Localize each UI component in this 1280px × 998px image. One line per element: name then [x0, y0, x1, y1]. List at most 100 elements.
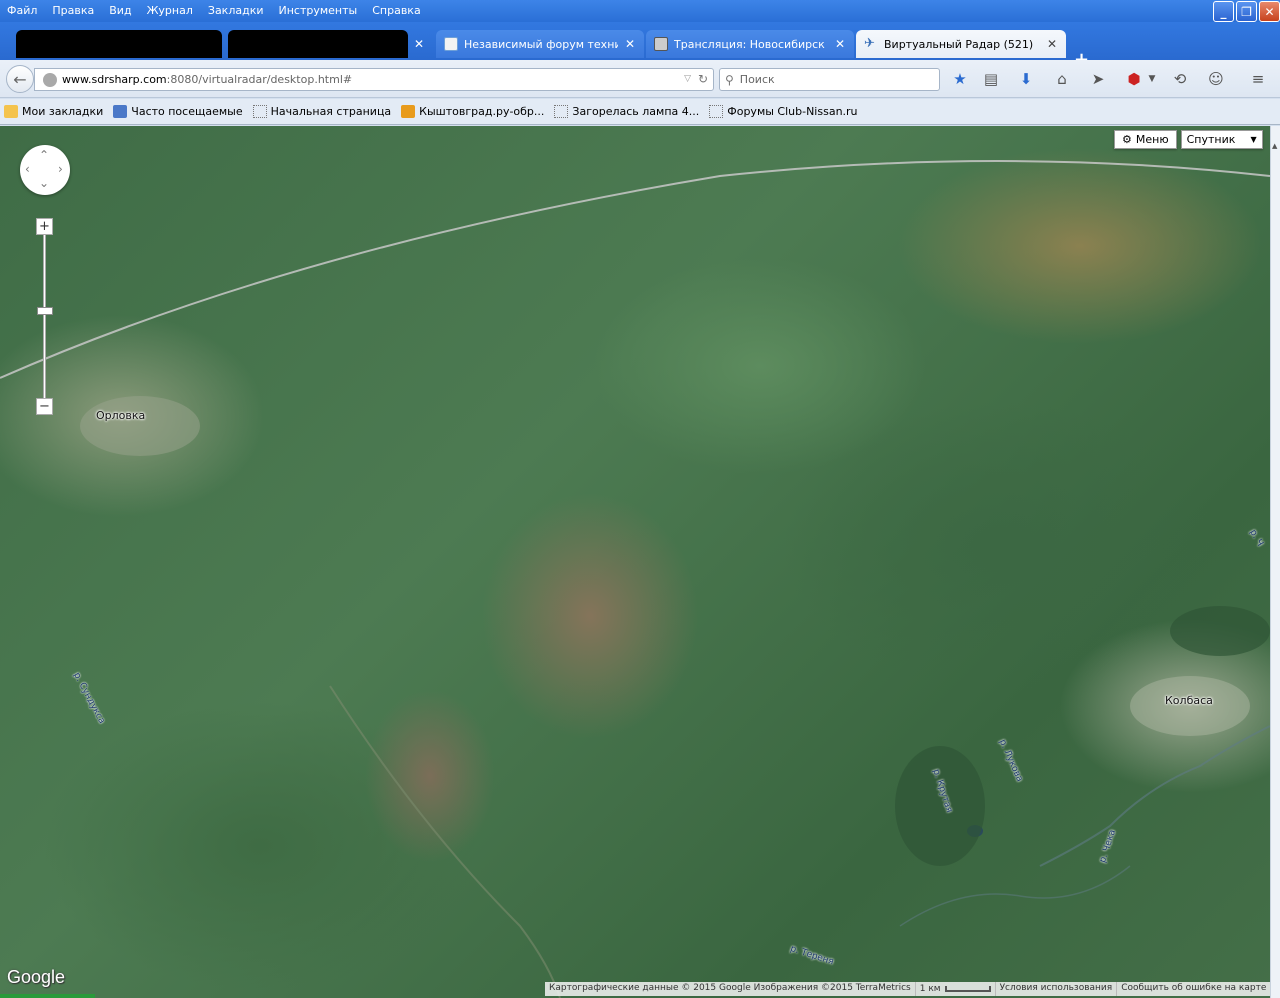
map-attribution: Картографические данные © 2015 Google Из… — [545, 982, 1270, 996]
tab-label: Независимый форум технич... — [464, 37, 618, 51]
pan-right-icon[interactable]: › — [58, 163, 63, 175]
address-host: www.sdrsharp.com — [62, 73, 167, 86]
window-controls: _ ❐ ✕ — [1213, 1, 1280, 22]
zoom-control: + − — [36, 218, 54, 418]
tab-forum[interactable]: Независимый форум технич... ✕ — [436, 30, 644, 58]
map-menu-label: Меню — [1135, 133, 1169, 146]
scroll-up-icon[interactable]: ▲ — [1272, 142, 1277, 150]
search-input[interactable]: Поиск — [740, 73, 775, 86]
navigation-toolbar: www.sdrsharp.com:8080/virtualradar/deskt… — [0, 60, 1280, 98]
tab-close-icon[interactable]: ✕ — [834, 37, 846, 51]
hamburger-menu-icon[interactable]: ≡ — [1248, 70, 1268, 88]
tab-redacted-2[interactable] — [228, 30, 408, 58]
forum-icon — [444, 37, 458, 51]
place-label-orlovka: Орловка — [96, 409, 146, 422]
minimize-button[interactable]: _ — [1213, 1, 1234, 22]
map-type-value: Спутник — [1186, 133, 1236, 146]
history-icon[interactable]: ⟲ — [1170, 70, 1190, 88]
tab-label: Виртуальный Радар (521) — [884, 37, 1034, 51]
back-arrow-icon: ← — [13, 69, 27, 89]
globe-icon — [43, 72, 57, 87]
map-type-select[interactable]: Спутник ▼ — [1180, 130, 1263, 149]
page-icon — [709, 105, 724, 118]
zoom-in-button[interactable]: + — [36, 218, 53, 235]
reading-list-icon[interactable]: ▤ — [981, 70, 1001, 88]
attribution-text: Картографические данные © 2015 Google Из… — [545, 982, 916, 996]
bookmark-label: Загорелась лампа 4... — [572, 105, 700, 118]
tab-virtual-radar[interactable]: ✈ Виртуальный Радар (521) ✕ — [856, 30, 1066, 58]
address-text[interactable]: www.sdrsharp.com:8080/virtualradar/deskt… — [62, 73, 352, 86]
menu-bookmarks[interactable]: Закладки — [201, 1, 272, 21]
bookmarks-bar: Мои закладки Часто посещаемые Начальная … — [0, 99, 1280, 125]
zoom-out-button[interactable]: − — [36, 398, 53, 415]
map-menu-button[interactable]: ⚙ Меню — [1114, 130, 1177, 149]
map-overlay — [0, 160, 1270, 998]
broadcast-icon — [654, 37, 668, 51]
tab-close-icon[interactable]: ✕ — [414, 37, 424, 51]
most-visited-icon — [113, 105, 128, 118]
gear-icon: ⚙ — [1122, 133, 1132, 146]
tab-broadcast[interactable]: Трансляция: Новосибирск - ... ✕ — [646, 30, 854, 58]
back-button[interactable]: ← — [6, 65, 34, 93]
reload-icon[interactable]: ↻ — [698, 72, 708, 86]
downloads-icon[interactable]: ⬇ — [1016, 70, 1036, 88]
bookmark-home-page[interactable]: Начальная страница — [252, 105, 392, 118]
menu-view[interactable]: Вид — [102, 1, 139, 21]
pan-control[interactable]: ⌃ ⌄ ‹ › — [20, 145, 70, 195]
bookmark-most-visited[interactable]: Часто посещаемые — [113, 105, 243, 118]
address-path: :8080/virtualradar/desktop.html# — [166, 73, 353, 86]
pan-left-icon[interactable]: ‹ — [25, 163, 30, 175]
menu-file[interactable]: Файл — [0, 1, 45, 21]
bookmark-my-bookmarks[interactable]: Мои закладки — [4, 105, 103, 118]
tab-close-icon[interactable]: ✕ — [624, 37, 636, 51]
chevron-down-icon: ▼ — [1250, 135, 1257, 144]
pan-up-icon[interactable]: ⌃ — [39, 149, 49, 161]
bookmark-label: Кыштовград.ру-обр... — [419, 105, 545, 118]
google-logo: Google — [7, 967, 66, 987]
maximize-button[interactable]: ❐ — [1236, 1, 1257, 22]
menu-history[interactable]: Журнал — [140, 1, 201, 21]
history-dropdown-icon[interactable]: ▽ — [684, 74, 691, 84]
search-icon: ⚲ — [725, 72, 734, 87]
bookmark-star-icon[interactable]: ★ — [950, 70, 970, 88]
satellite-map[interactable]: Орловка Колбаса р. Сундукса р. Крутая р.… — [0, 126, 1270, 998]
bookmark-label: Начальная страница — [270, 105, 392, 118]
page-icon — [554, 105, 569, 118]
river-cheka-line — [1039, 725, 1270, 867]
home-icon[interactable]: ⌂ — [1052, 70, 1072, 88]
report-error-link[interactable]: Сообщить об ошибке на карте — [1117, 982, 1270, 996]
tab-close-icon[interactable]: ✕ — [1046, 37, 1058, 51]
send-icon[interactable]: ➤ — [1088, 70, 1108, 88]
adblock-dropdown-icon[interactable]: ▼ — [1142, 70, 1162, 88]
bookmark-kyshtovgrad[interactable]: Кыштовград.ру-обр... — [401, 105, 544, 118]
pan-down-icon[interactable]: ⌄ — [39, 177, 49, 189]
bookmark-label: Форумы Club-Nissan.ru — [727, 105, 858, 118]
tab-redacted-1[interactable] — [16, 30, 222, 58]
page-scrollbar[interactable]: ▲ — [1270, 126, 1280, 998]
bookmark-label: Мои закладки — [22, 105, 104, 118]
terms-link[interactable]: Условия использования — [995, 982, 1118, 996]
page-icon — [252, 105, 267, 118]
menu-edit[interactable]: Правка — [45, 1, 102, 21]
address-bar[interactable]: www.sdrsharp.com:8080/virtualradar/deskt… — [34, 68, 714, 91]
menu-bar: Файл Правка Вид Журнал Закладки Инструме… — [0, 1, 429, 21]
menu-tools[interactable]: Инструменты — [272, 1, 366, 21]
bookmark-label: Часто посещаемые — [131, 105, 243, 118]
scale-line — [944, 986, 991, 992]
zoom-slider-track[interactable] — [37, 235, 53, 399]
scale-label: 1 км — [919, 984, 941, 994]
search-box[interactable]: ⚲ Поиск — [719, 68, 940, 91]
emoji-icon[interactable]: ☺ — [1206, 70, 1226, 88]
menu-help[interactable]: Справка — [365, 1, 428, 21]
clearing-patch — [80, 396, 200, 456]
folder-icon — [4, 105, 18, 118]
close-window-button[interactable]: ✕ — [1259, 1, 1280, 22]
zoom-slider-thumb[interactable] — [37, 307, 53, 315]
flight-track-line — [0, 160, 1270, 379]
bookmark-lamp[interactable]: Загорелась лампа 4... — [554, 105, 699, 118]
bookmark-club-nissan[interactable]: Форумы Club-Nissan.ru — [709, 105, 858, 118]
plane-icon: ✈ — [864, 36, 875, 51]
scale-bar: 1 км — [915, 982, 996, 996]
adblock-icon[interactable]: ⬢ — [1124, 70, 1144, 88]
road-line — [329, 685, 561, 998]
